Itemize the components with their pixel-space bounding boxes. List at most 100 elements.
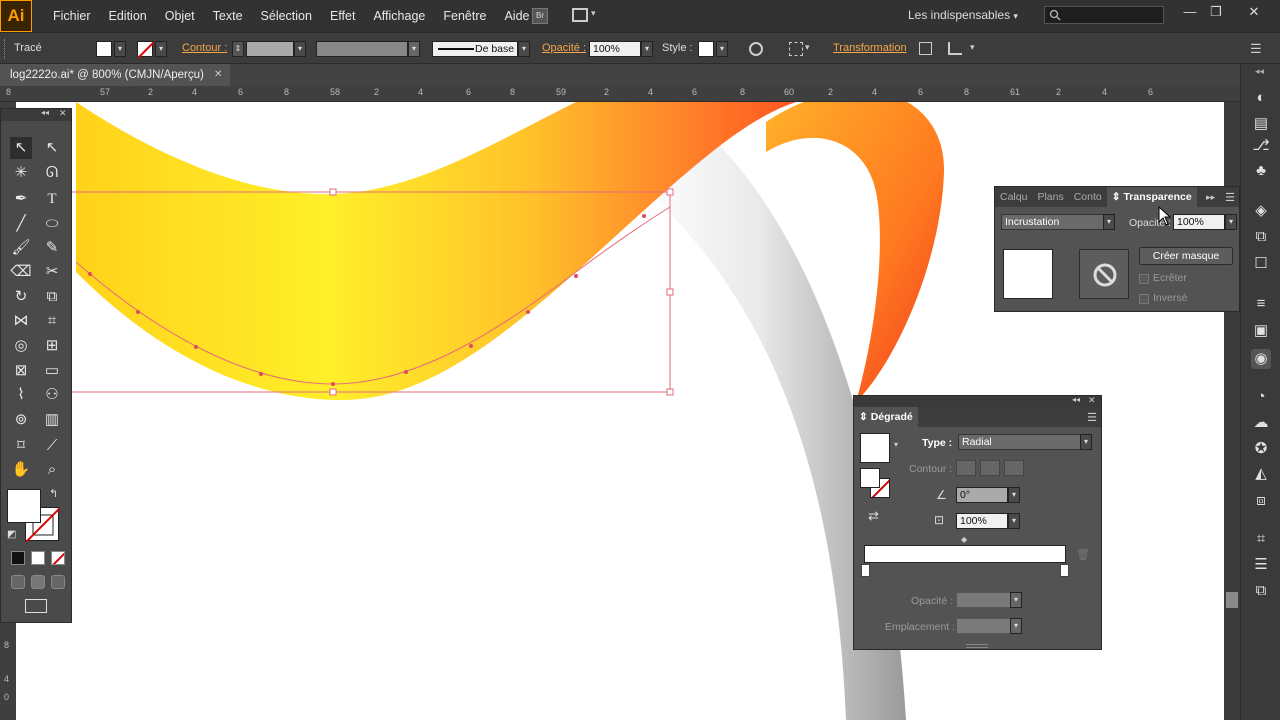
menu-fenetre[interactable]: Fenêtre [434,0,495,32]
gradient-type-arrow[interactable]: ▾ [1080,434,1092,450]
gradient-type-dropdown[interactable]: Radial [958,434,1084,450]
draw-normal-icon[interactable] [11,575,25,589]
brush-definition-dropdown[interactable]: ▾ [518,41,530,57]
isolate-icon[interactable] [919,42,932,55]
tab-gradient[interactable]: ⇕ Dégradé [854,407,918,427]
pathfinder-panel-icon[interactable]: ⧉ [1251,581,1271,601]
close-tab-icon[interactable]: ✕ [214,64,222,86]
layers-panel-icon[interactable]: ◈ [1251,201,1271,221]
menu-effet[interactable]: Effet [321,0,364,32]
scissors-tool-icon[interactable]: ✂ [41,261,63,283]
none-mode-icon[interactable] [51,551,65,565]
hand-tool-icon[interactable]: ✋ [10,459,32,481]
ellipse-tool-icon[interactable]: ⬭ [41,213,63,235]
stroke-gradient-within-icon[interactable] [956,460,976,476]
transparency-opacity-field[interactable]: 100% [1173,214,1225,230]
rotate-tool-icon[interactable]: ↻ [10,286,32,308]
panel-menu-icon[interactable]: ☰ [1250,41,1262,57]
restore-button[interactable]: ❐ [1206,4,1226,20]
pencil-tool-icon[interactable]: ✎ [41,237,63,259]
transform-panel-icon[interactable]: ⧈ [1251,491,1271,511]
menu-affichage[interactable]: Affichage [364,0,434,32]
aspect-ratio-field[interactable]: 100% [956,513,1008,529]
blend-tool-icon[interactable]: ⚇ [41,384,63,406]
transparency-opacity-arrow[interactable]: ▾ [1225,214,1237,230]
stroke-swatch[interactable] [137,41,155,59]
horizontal-ruler[interactable]: 8 57 2 4 6 8 58 2 4 6 8 59 2 4 6 8 60 2 4 6 8 61 2 4 6 [0,86,1240,102]
stop-location-field[interactable] [956,618,1012,634]
slice-tool-icon[interactable]: ⟋ [41,435,63,457]
arrange-dropdown-arrow[interactable]: ▾ [591,8,596,19]
gradient-preview[interactable] [860,433,890,463]
gradient-stop-right[interactable] [1060,564,1069,577]
appearance-panel-icon[interactable]: ◔ [1251,387,1271,407]
gradient-stop-left[interactable] [861,564,870,577]
fill-swatch[interactable] [96,41,112,57]
variable-width-dropdown[interactable]: ▾ [408,41,420,57]
angle-field[interactable]: 0° [956,487,1008,503]
fill-dropdown[interactable]: ▾ [114,41,126,57]
opacity-field[interactable]: 100% [589,41,641,57]
distribute-panel-icon[interactable]: ☰ [1251,555,1271,575]
default-colors-icon[interactable]: ◩ [7,529,16,540]
arrange-documents-icon[interactable] [572,8,588,22]
align-dropdown-arrow[interactable]: ▾ [805,42,810,53]
fill-color-box[interactable] [7,489,41,523]
type-tool-icon[interactable]: T [41,188,63,210]
eraser-tool-icon[interactable]: ⌫ [10,261,32,283]
gradient-fill-swatch[interactable] [860,468,880,488]
stroke-panel-icon[interactable]: ≡ [1251,294,1271,314]
aspect-ratio-dropdown[interactable]: ▾ [1008,513,1020,529]
color-mode-icon[interactable] [11,551,25,565]
clip-checkbox[interactable] [1139,274,1149,284]
graphic-style-dropdown[interactable]: ▾ [716,41,728,57]
gradient-mode-icon[interactable] [31,551,45,565]
zoom-tool-icon[interactable]: ⌕ [41,459,63,481]
minimize-button[interactable]: — [1180,4,1200,20]
angle-dropdown[interactable]: ▾ [1008,487,1020,503]
bridge-button[interactable]: Br [532,8,548,24]
color-panel-icon[interactable]: ◐ [1251,88,1271,108]
line-tool-icon[interactable]: ╱ [10,213,32,235]
menu-edition[interactable]: Edition [100,0,156,32]
recolor-artwork-icon[interactable] [749,42,763,56]
gradient-panel-icon[interactable]: ▣ [1251,321,1271,341]
stroke-link[interactable]: Contour : [182,42,227,54]
menu-fichier[interactable]: Fichier [44,0,100,32]
midpoint-diamond-icon[interactable]: ◆ [961,535,967,544]
envelope-icon[interactable] [948,42,962,55]
color-guide-icon[interactable]: ▤ [1251,114,1271,134]
selection-tool-icon[interactable]: ↖ [10,137,32,159]
dock-expand-icon[interactable]: ◂◂ [1255,66,1264,77]
tools-panel-header[interactable]: ◂◂ ✕ [1,108,71,121]
stop-location-arrow[interactable]: ▾ [1010,618,1022,634]
invert-mask-checkbox[interactable] [1139,294,1149,304]
tab-stroke[interactable]: Conto [1069,187,1107,207]
opacity-dropdown[interactable]: ▾ [641,41,653,57]
tab-layers[interactable]: Calqu [995,187,1032,207]
magic-wand-tool-icon[interactable]: ✳ [10,162,32,184]
draw-inside-icon[interactable] [51,575,65,589]
graphic-style-swatch[interactable] [698,41,714,57]
artboard-tool-icon[interactable]: ⌑ [10,435,32,457]
close-panel-icon[interactable]: ✕ [59,108,67,119]
workspace-switcher[interactable]: Les indispensables ▾ [908,0,1018,32]
width-tool-icon[interactable]: ⋈ [10,310,32,332]
delete-stop-icon[interactable]: 🗑 [1076,548,1090,561]
symbol-sprayer-tool-icon[interactable]: ⊚ [10,409,32,431]
gradient-preset-arrow[interactable]: ▾ [894,440,898,449]
panel-menu-icon[interactable]: ☰ [1225,191,1239,204]
gradient-slider-bar[interactable] [864,545,1066,563]
mesh-tool-icon[interactable]: ⊠ [10,360,32,382]
close-button[interactable]: ✕ [1244,4,1264,20]
variable-width-field[interactable] [316,41,408,57]
collapse-icon[interactable]: ◂◂ [41,108,49,117]
pathfinder-icon[interactable]: ✪ [1251,439,1271,459]
blend-mode-arrow[interactable]: ▾ [1103,214,1115,230]
make-mask-button[interactable]: Créer masque [1139,247,1233,265]
swap-colors-icon[interactable]: ↰ [49,487,58,500]
stop-opacity-arrow[interactable]: ▾ [1010,592,1022,608]
lasso-tool-icon[interactable]: ᘏ [41,162,63,184]
brushes-panel-icon[interactable]: ⎇ [1251,136,1271,156]
transparency-panel-icon[interactable]: ◉ [1251,349,1271,369]
